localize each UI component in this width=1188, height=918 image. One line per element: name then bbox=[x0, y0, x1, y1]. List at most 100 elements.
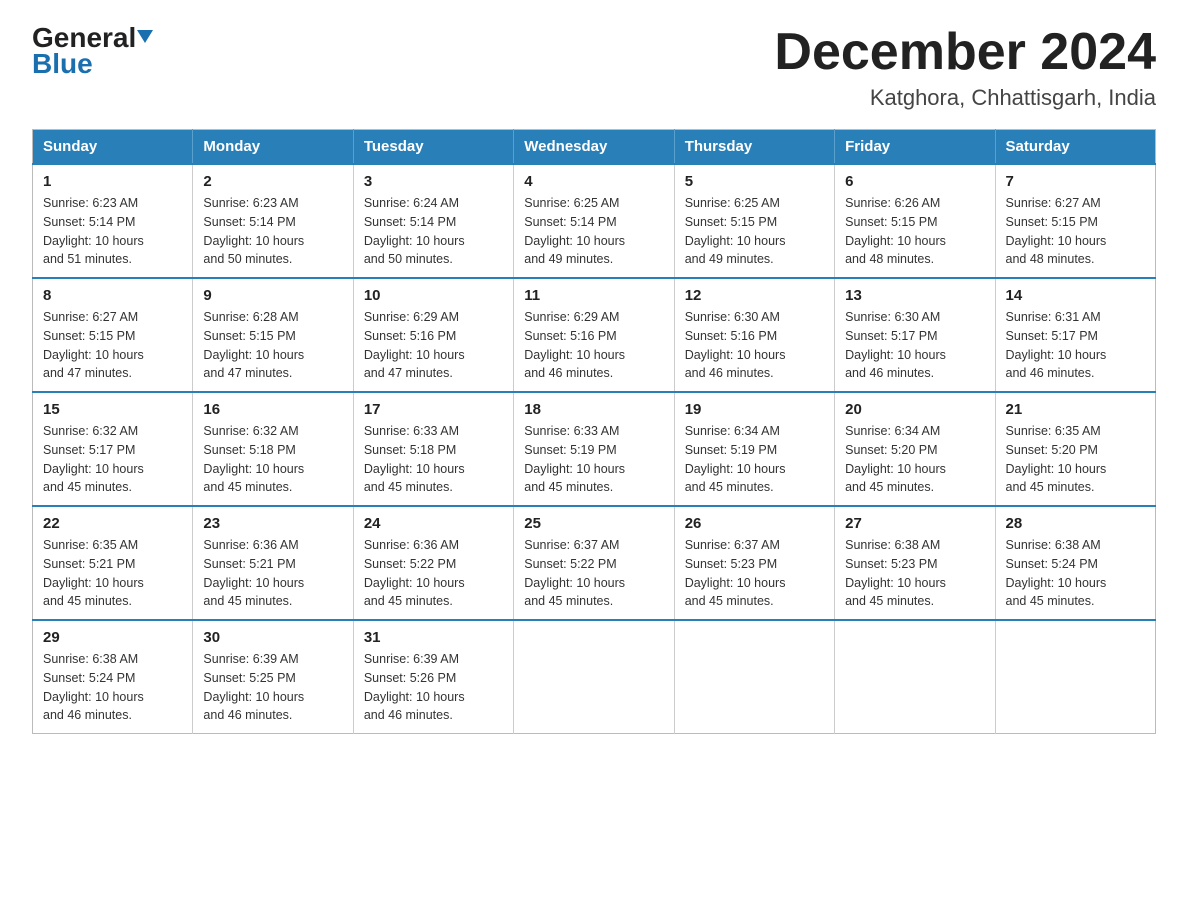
day-number: 21 bbox=[1006, 401, 1145, 418]
calendar-cell: 28Sunrise: 6:38 AMSunset: 5:24 PMDayligh… bbox=[995, 506, 1155, 620]
calendar-cell: 18Sunrise: 6:33 AMSunset: 5:19 PMDayligh… bbox=[514, 392, 674, 506]
day-number: 27 bbox=[845, 515, 984, 532]
day-number: 13 bbox=[845, 287, 984, 304]
logo-triangle-icon bbox=[137, 30, 153, 43]
day-number: 15 bbox=[43, 401, 182, 418]
calendar-header: SundayMondayTuesdayWednesdayThursdayFrid… bbox=[33, 130, 1156, 165]
day-number: 31 bbox=[364, 629, 503, 646]
calendar-cell bbox=[674, 620, 834, 734]
day-info: Sunrise: 6:28 AMSunset: 5:15 PMDaylight:… bbox=[203, 308, 342, 383]
day-info: Sunrise: 6:31 AMSunset: 5:17 PMDaylight:… bbox=[1006, 308, 1145, 383]
calendar-cell: 19 Sunrise: 6:34 AMSunset: 5:19 PMDayligh… bbox=[674, 392, 834, 506]
week-row-1: 1 Sunrise: 6:23 AMSunset: 5:14 PMDaylight… bbox=[33, 164, 1156, 278]
day-info: Sunrise: 6:23 AMSunset: 5:14 PMDaylight:… bbox=[203, 194, 342, 269]
week-row-4: 22 Sunrise: 6:35 AMSunset: 5:21 PMDayligh… bbox=[33, 506, 1156, 620]
day-number: 18 bbox=[524, 401, 663, 418]
calendar-cell: 13Sunrise: 6:30 AMSunset: 5:17 PMDayligh… bbox=[835, 278, 995, 392]
calendar-cell bbox=[995, 620, 1155, 734]
calendar-cell: 23Sunrise: 6:36 AMSunset: 5:21 PMDayligh… bbox=[193, 506, 353, 620]
title-block: December 2024 Katghora, Chhattisgarh, In… bbox=[774, 24, 1156, 111]
day-info: Sunrise: 6:24 AMSunset: 5:14 PMDaylight:… bbox=[364, 194, 503, 269]
day-info: Sunrise: 6:25 AMSunset: 5:14 PMDaylight:… bbox=[524, 194, 663, 269]
day-number: 24 bbox=[364, 515, 503, 532]
day-number: 29 bbox=[43, 629, 182, 646]
day-info: Sunrise: 6:37 AMSunset: 5:22 PMDaylight:… bbox=[524, 536, 663, 611]
day-info: Sunrise: 6:34 AMSunset: 5:19 PMDaylight:… bbox=[685, 422, 824, 497]
calendar-cell: 15 Sunrise: 6:32 AMSunset: 5:17 PMDayligh… bbox=[33, 392, 193, 506]
day-header-sunday: Sunday bbox=[33, 130, 193, 165]
day-info: Sunrise: 6:39 AMSunset: 5:26 PMDaylight:… bbox=[364, 650, 503, 725]
day-header-saturday: Saturday bbox=[995, 130, 1155, 165]
day-info: Sunrise: 6:25 AMSunset: 5:15 PMDaylight:… bbox=[685, 194, 824, 269]
day-info: Sunrise: 6:36 AMSunset: 5:22 PMDaylight:… bbox=[364, 536, 503, 611]
day-header-wednesday: Wednesday bbox=[514, 130, 674, 165]
day-number: 30 bbox=[203, 629, 342, 646]
day-info: Sunrise: 6:33 AMSunset: 5:18 PMDaylight:… bbox=[364, 422, 503, 497]
page-header: General Blue December 2024 Katghora, Chh… bbox=[32, 24, 1156, 111]
calendar-cell bbox=[835, 620, 995, 734]
day-header-friday: Friday bbox=[835, 130, 995, 165]
day-info: Sunrise: 6:27 AMSunset: 5:15 PMDaylight:… bbox=[43, 308, 182, 383]
day-number: 5 bbox=[685, 173, 824, 190]
day-number: 2 bbox=[203, 173, 342, 190]
day-info: Sunrise: 6:38 AMSunset: 5:24 PMDaylight:… bbox=[43, 650, 182, 725]
day-info: Sunrise: 6:26 AMSunset: 5:15 PMDaylight:… bbox=[845, 194, 984, 269]
calendar-cell: 22 Sunrise: 6:35 AMSunset: 5:21 PMDayligh… bbox=[33, 506, 193, 620]
calendar-cell: 29 Sunrise: 6:38 AMSunset: 5:24 PMDayligh… bbox=[33, 620, 193, 734]
calendar-cell: 24 Sunrise: 6:36 AMSunset: 5:22 PMDayligh… bbox=[353, 506, 513, 620]
day-header-tuesday: Tuesday bbox=[353, 130, 513, 165]
calendar-cell: 12Sunrise: 6:30 AMSunset: 5:16 PMDayligh… bbox=[674, 278, 834, 392]
calendar-cell: 5 Sunrise: 6:25 AMSunset: 5:15 PMDaylight… bbox=[674, 164, 834, 278]
day-number: 1 bbox=[43, 173, 182, 190]
day-info: Sunrise: 6:32 AMSunset: 5:18 PMDaylight:… bbox=[203, 422, 342, 497]
day-number: 17 bbox=[364, 401, 503, 418]
calendar-cell: 3Sunrise: 6:24 AMSunset: 5:14 PMDaylight… bbox=[353, 164, 513, 278]
calendar-cell: 11Sunrise: 6:29 AMSunset: 5:16 PMDayligh… bbox=[514, 278, 674, 392]
day-number: 10 bbox=[364, 287, 503, 304]
day-number: 19 bbox=[685, 401, 824, 418]
calendar-cell: 25 Sunrise: 6:37 AMSunset: 5:22 PMDayligh… bbox=[514, 506, 674, 620]
calendar-cell: 21 Sunrise: 6:35 AMSunset: 5:20 PMDayligh… bbox=[995, 392, 1155, 506]
calendar-cell: 31 Sunrise: 6:39 AMSunset: 5:26 PMDayligh… bbox=[353, 620, 513, 734]
day-number: 9 bbox=[203, 287, 342, 304]
day-number: 20 bbox=[845, 401, 984, 418]
day-number: 8 bbox=[43, 287, 182, 304]
day-header-monday: Monday bbox=[193, 130, 353, 165]
day-number: 12 bbox=[685, 287, 824, 304]
day-info: Sunrise: 6:35 AMSunset: 5:21 PMDaylight:… bbox=[43, 536, 182, 611]
day-info: Sunrise: 6:37 AMSunset: 5:23 PMDaylight:… bbox=[685, 536, 824, 611]
day-number: 25 bbox=[524, 515, 663, 532]
day-number: 4 bbox=[524, 173, 663, 190]
day-number: 26 bbox=[685, 515, 824, 532]
logo: General Blue bbox=[32, 24, 153, 78]
calendar-subtitle: Katghora, Chhattisgarh, India bbox=[774, 85, 1156, 111]
calendar-cell: 26 Sunrise: 6:37 AMSunset: 5:23 PMDayligh… bbox=[674, 506, 834, 620]
calendar-cell: 1Sunrise: 6:23 AMSunset: 5:14 PMDaylight… bbox=[33, 164, 193, 278]
calendar-cell: 30 Sunrise: 6:39 AMSunset: 5:25 PMDayligh… bbox=[193, 620, 353, 734]
day-number: 6 bbox=[845, 173, 984, 190]
day-number: 23 bbox=[203, 515, 342, 532]
day-info: Sunrise: 6:34 AMSunset: 5:20 PMDaylight:… bbox=[845, 422, 984, 497]
calendar-cell bbox=[514, 620, 674, 734]
day-info: Sunrise: 6:32 AMSunset: 5:17 PMDaylight:… bbox=[43, 422, 182, 497]
day-number: 16 bbox=[203, 401, 342, 418]
day-info: Sunrise: 6:29 AMSunset: 5:16 PMDaylight:… bbox=[364, 308, 503, 383]
day-number: 14 bbox=[1006, 287, 1145, 304]
calendar-cell: 20 Sunrise: 6:34 AMSunset: 5:20 PMDayligh… bbox=[835, 392, 995, 506]
day-info: Sunrise: 6:35 AMSunset: 5:20 PMDaylight:… bbox=[1006, 422, 1145, 497]
day-number: 7 bbox=[1006, 173, 1145, 190]
calendar-cell: 14 Sunrise: 6:31 AMSunset: 5:17 PMDayligh… bbox=[995, 278, 1155, 392]
week-row-5: 29 Sunrise: 6:38 AMSunset: 5:24 PMDayligh… bbox=[33, 620, 1156, 734]
week-row-3: 15 Sunrise: 6:32 AMSunset: 5:17 PMDayligh… bbox=[33, 392, 1156, 506]
calendar-title: December 2024 bbox=[774, 24, 1156, 81]
calendar-cell: 17 Sunrise: 6:33 AMSunset: 5:18 PMDayligh… bbox=[353, 392, 513, 506]
calendar-cell: 4 Sunrise: 6:25 AMSunset: 5:14 PMDaylight… bbox=[514, 164, 674, 278]
day-header-thursday: Thursday bbox=[674, 130, 834, 165]
day-number: 22 bbox=[43, 515, 182, 532]
day-number: 11 bbox=[524, 287, 663, 304]
calendar-cell: 9 Sunrise: 6:28 AMSunset: 5:15 PMDaylight… bbox=[193, 278, 353, 392]
calendar-cell: 6 Sunrise: 6:26 AMSunset: 5:15 PMDaylight… bbox=[835, 164, 995, 278]
calendar-cell: 27Sunrise: 6:38 AMSunset: 5:23 PMDayligh… bbox=[835, 506, 995, 620]
day-info: Sunrise: 6:39 AMSunset: 5:25 PMDaylight:… bbox=[203, 650, 342, 725]
calendar-body: 1 Sunrise: 6:23 AMSunset: 5:14 PMDaylight… bbox=[33, 164, 1156, 734]
